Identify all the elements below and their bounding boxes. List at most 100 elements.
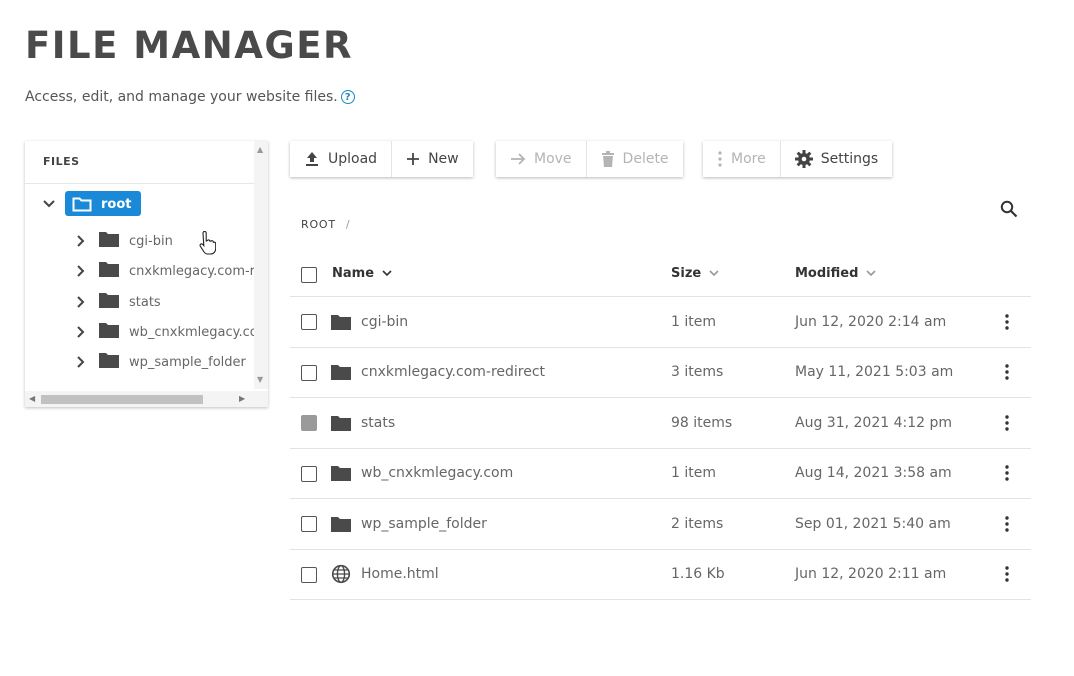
- tree-item-stats[interactable]: stats: [73, 292, 161, 312]
- row-checkbox[interactable]: [301, 415, 317, 431]
- file-tree-panel: FILES root cgi-bin cnxkmlegacy.com-re st…: [25, 141, 268, 407]
- scroll-down-icon[interactable]: ▼: [257, 375, 263, 384]
- row-actions-button[interactable]: [1004, 398, 1010, 448]
- chevron-right-icon[interactable]: [73, 233, 89, 249]
- tree-item-wb-cnxkmlegacy[interactable]: wb_cnxkmlegacy.co: [73, 322, 258, 342]
- file-name[interactable]: wp_sample_folder: [361, 516, 487, 532]
- row-checkbox[interactable]: [301, 314, 317, 330]
- file-modified: Aug 31, 2021 4:12 pm: [795, 414, 952, 431]
- file-modified: Jun 12, 2020 2:14 am: [795, 313, 947, 330]
- upload-button[interactable]: Upload: [290, 141, 393, 177]
- more-vertical-icon: [718, 151, 722, 167]
- file-name[interactable]: wb_cnxkmlegacy.com: [361, 465, 513, 481]
- table-row[interactable]: wp_sample_folder 2 items Sep 01, 2021 5:…: [290, 499, 1031, 550]
- row-checkbox[interactable]: [301, 465, 317, 482]
- column-size-header[interactable]: Size: [671, 250, 719, 296]
- globe-icon: [331, 564, 351, 584]
- more-vertical-icon: [1005, 364, 1009, 380]
- row-checkbox[interactable]: [301, 364, 317, 381]
- column-name-label: Name: [332, 265, 375, 281]
- new-button[interactable]: New: [392, 141, 473, 177]
- settings-button[interactable]: Settings: [781, 141, 892, 177]
- page-subtitle: Access, edit, and manage your website fi…: [25, 89, 355, 105]
- scrollbar-thumb[interactable]: [41, 395, 203, 404]
- file-name[interactable]: cgi-bin: [361, 314, 408, 330]
- row-actions-button[interactable]: [1004, 499, 1010, 549]
- scroll-right-icon[interactable]: ▶: [239, 394, 245, 403]
- tree-root-chip[interactable]: root: [65, 191, 141, 216]
- file-size: 1 item: [671, 313, 716, 330]
- breadcrumb: ROOT /: [301, 218, 350, 231]
- row-actions-button[interactable]: [1004, 348, 1010, 398]
- file-size: 1.16 Kb: [671, 566, 725, 583]
- file-name[interactable]: Home.html: [361, 566, 439, 582]
- table-header: Name Size Modified: [290, 250, 1031, 297]
- chevron-down-icon[interactable]: [41, 196, 57, 212]
- page-title: FILE MANAGER: [25, 24, 353, 67]
- row-checkbox[interactable]: [301, 566, 317, 583]
- more-label: More: [731, 151, 766, 167]
- row-actions-button[interactable]: [1004, 449, 1010, 499]
- file-table: Name Size Modified cgi-bin 1 item Jun 12…: [290, 250, 1031, 600]
- more-vertical-icon: [1005, 516, 1009, 532]
- tree-horizontal-scrollbar[interactable]: ◀ ▶: [25, 391, 268, 407]
- tree-item-label: wp_sample_folder: [129, 354, 246, 370]
- plus-icon: [407, 153, 420, 165]
- tree-item-label: cnxkmlegacy.com-re: [129, 263, 263, 279]
- breadcrumb-root[interactable]: ROOT: [301, 218, 336, 231]
- chevron-right-icon[interactable]: [73, 324, 89, 340]
- chevron-down-icon[interactable]: [382, 270, 392, 276]
- chevron-down-icon[interactable]: [709, 270, 719, 276]
- chevron-right-icon[interactable]: [73, 263, 89, 279]
- search-button[interactable]: [1000, 200, 1018, 222]
- question-circle-icon[interactable]: ?: [340, 90, 355, 104]
- column-name-header[interactable]: Name: [332, 250, 392, 296]
- table-row[interactable]: cgi-bin 1 item Jun 12, 2020 2:14 am: [290, 297, 1031, 348]
- tree-item-cnxkmlegacy[interactable]: cnxkmlegacy.com-re: [73, 261, 263, 281]
- folder-icon: [331, 364, 351, 381]
- table-row[interactable]: Home.html 1.16 Kb Jun 12, 2020 2:11 am: [290, 550, 1031, 600]
- toolbar-edit-group: Move Delete: [496, 141, 683, 177]
- file-name[interactable]: stats: [361, 415, 395, 431]
- move-button[interactable]: Move: [496, 141, 587, 177]
- more-button[interactable]: More: [703, 141, 781, 177]
- table-row[interactable]: wb_cnxkmlegacy.com 1 item Aug 14, 2021 3…: [290, 449, 1031, 499]
- folder-icon: [331, 516, 351, 532]
- toolbar-more-group: More Settings: [703, 141, 893, 177]
- delete-button[interactable]: Delete: [587, 141, 683, 177]
- breadcrumb-separator: /: [345, 218, 351, 231]
- more-vertical-icon: [1005, 465, 1009, 481]
- tree-header: FILES: [25, 141, 268, 184]
- folder-icon: [99, 231, 119, 251]
- file-modified: May 11, 2021 5:03 am: [795, 364, 954, 381]
- file-modified: Sep 01, 2021 5:40 am: [795, 515, 951, 532]
- file-size: 2 items: [671, 515, 724, 532]
- scroll-up-icon[interactable]: ▲: [257, 145, 263, 154]
- upload-label: Upload: [328, 151, 378, 167]
- column-modified-label: Modified: [795, 265, 859, 281]
- chevron-right-icon[interactable]: [73, 294, 89, 310]
- chevron-down-icon[interactable]: [866, 270, 876, 276]
- tree-item-label: wb_cnxkmlegacy.co: [129, 324, 258, 340]
- folder-outline-icon: [72, 197, 92, 211]
- search-icon: [1000, 200, 1018, 218]
- chevron-right-icon[interactable]: [73, 354, 89, 370]
- tree-item-cgi-bin[interactable]: cgi-bin: [73, 231, 173, 251]
- column-modified-header[interactable]: Modified: [795, 250, 876, 296]
- file-size: 3 items: [671, 364, 724, 381]
- file-name[interactable]: cnxkmlegacy.com-redirect: [361, 364, 545, 380]
- row-checkbox[interactable]: [301, 516, 317, 532]
- tree-root[interactable]: root: [41, 191, 141, 216]
- select-all-checkbox[interactable]: [301, 267, 317, 283]
- toolbar-primary-group: Upload New: [290, 141, 473, 177]
- file-size: 98 items: [671, 414, 733, 431]
- delete-label: Delete: [622, 151, 669, 167]
- tree-vertical-scrollbar[interactable]: ▲ ▼: [254, 141, 268, 389]
- row-actions-button[interactable]: [1004, 550, 1010, 600]
- table-row[interactable]: cnxkmlegacy.com-redirect 3 items May 11,…: [290, 348, 1031, 398]
- folder-icon: [331, 465, 351, 482]
- scroll-left-icon[interactable]: ◀: [29, 394, 35, 403]
- table-row[interactable]: stats 98 items Aug 31, 2021 4:12 pm: [290, 398, 1031, 449]
- tree-item-wp-sample-folder[interactable]: wp_sample_folder: [73, 352, 246, 372]
- row-actions-button[interactable]: [1004, 297, 1010, 347]
